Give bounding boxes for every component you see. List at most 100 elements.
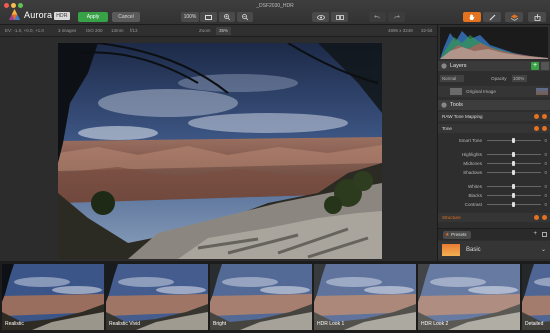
preset-selector[interactable]: Basic ⌄: [438, 241, 550, 259]
app-name: Aurora: [24, 10, 53, 20]
split-view-button[interactable]: [331, 12, 348, 22]
raw-menu-icon[interactable]: [542, 114, 547, 119]
layers-header[interactable]: Layers +: [438, 61, 550, 71]
blacks-row[interactable]: Blacks 0: [438, 191, 550, 200]
layers-icon: [441, 63, 447, 69]
tone-toggle-icon[interactable]: [534, 126, 539, 131]
presets-label: Presets: [451, 232, 467, 237]
cancel-button[interactable]: Cancel: [112, 12, 140, 22]
shadows-label: Shadows: [463, 170, 482, 175]
smart-tone-slider[interactable]: [487, 138, 541, 143]
preset-thumbnail[interactable]: Bright: [210, 264, 312, 330]
compare-button[interactable]: [312, 12, 329, 22]
highlights-label: Highlights: [461, 152, 482, 157]
midtones-slider[interactable]: [487, 161, 541, 166]
layer-mask-thumb: [450, 88, 462, 95]
brush-tool-button[interactable]: [483, 12, 501, 22]
app-window: _DSF2030_HDR Aurora HDR Apply Cancel 100%: [0, 0, 550, 333]
structure-label: Structure: [442, 215, 461, 220]
opacity-label: Opacity: [491, 76, 507, 81]
histogram: [440, 27, 548, 59]
midtones-row[interactable]: Midtones 0: [438, 159, 550, 168]
layer-options-row: Normal Opacity 100%: [438, 74, 550, 83]
contrast-slider[interactable]: [487, 202, 541, 207]
app-brand: Aurora HDR: [24, 10, 70, 20]
preset-thumbnail[interactable]: Detailed: [522, 264, 550, 330]
structure-header[interactable]: Structure: [438, 213, 550, 222]
whites-knob[interactable]: [512, 184, 515, 189]
layers-menu-button[interactable]: [541, 62, 549, 70]
window-title: _DSF2030_HDR: [256, 3, 294, 9]
zoom-dropdown[interactable]: 35%: [216, 27, 232, 35]
tone-header[interactable]: Tone: [438, 124, 550, 133]
tone-menu-icon[interactable]: [542, 126, 547, 131]
focal-length: 13mm: [111, 28, 124, 33]
layers-stack-icon: [510, 14, 518, 21]
image-canvas[interactable]: [0, 37, 437, 261]
blacks-knob[interactable]: [512, 193, 515, 198]
contrast-row[interactable]: Contrast 0: [438, 200, 550, 209]
highlights-knob[interactable]: [512, 152, 515, 157]
blend-mode-dropdown[interactable]: Normal: [440, 75, 464, 82]
fit-screen-button[interactable]: [200, 12, 217, 22]
layers-tool-button[interactable]: [505, 12, 523, 22]
preset-thumbnail[interactable]: HDR Look 2: [418, 264, 520, 330]
preset-thumbnail-label: HDR Look 1: [317, 321, 345, 327]
whites-row[interactable]: Whites 0: [438, 182, 550, 191]
preset-thumbnail-label: Bright: [213, 321, 227, 327]
blacks-slider[interactable]: [487, 193, 541, 198]
zoom-out-button[interactable]: [237, 12, 253, 22]
hdr-badge: HDR: [54, 11, 70, 20]
smart-tone-row[interactable]: Smart Tone 0: [438, 136, 550, 145]
highlights-row[interactable]: Highlights 0: [438, 150, 550, 159]
preset-thumbnail-label: Realistic: [5, 321, 24, 327]
tone-label: Tone: [442, 126, 452, 131]
add-preset-button[interactable]: +: [533, 231, 537, 237]
structure-toggle-icon[interactable]: [534, 215, 539, 220]
presets-bar: ★ Presets +: [438, 228, 550, 240]
add-layer-button[interactable]: +: [531, 62, 539, 70]
undo-icon: [374, 14, 380, 19]
apply-button[interactable]: Apply: [78, 12, 108, 22]
layer-image-thumb: [536, 88, 548, 95]
shadows-knob[interactable]: [512, 170, 515, 175]
preset-name: Basic: [466, 247, 481, 253]
preset-thumb: [442, 244, 460, 256]
raw-toggle-icon[interactable]: [534, 114, 539, 119]
contrast-knob[interactable]: [512, 202, 515, 207]
whites-value: 0: [544, 184, 547, 189]
zoom-in-button[interactable]: [219, 12, 235, 22]
zoom-100-button[interactable]: 100%: [181, 12, 199, 22]
redo-button[interactable]: [388, 12, 405, 22]
eye-icon: [316, 14, 325, 20]
preset-thumbnail[interactable]: HDR Look 1: [314, 264, 416, 330]
highlights-value: 0: [544, 152, 547, 157]
layer-item[interactable]: Original Image: [438, 86, 550, 97]
highlights-slider[interactable]: [487, 152, 541, 157]
images-count: 3 images: [58, 28, 77, 33]
hand-tool-button[interactable]: [463, 12, 481, 22]
preset-thumbnail[interactable]: Realistic: [2, 264, 104, 330]
share-button[interactable]: [528, 12, 546, 22]
smart-tone-knob[interactable]: [512, 138, 515, 143]
midtones-knob[interactable]: [512, 161, 515, 166]
aperture-info: f/13: [130, 28, 138, 33]
raw-tone-mapping-label: RAW Tone Mapping: [442, 114, 483, 119]
preset-thumbnail[interactable]: Realistic Vivid: [106, 264, 208, 330]
shadows-row[interactable]: Shadows 0: [438, 168, 550, 177]
raw-tone-mapping-header[interactable]: RAW Tone Mapping: [438, 112, 550, 121]
structure-menu-icon[interactable]: [542, 215, 547, 220]
contrast-value: 0: [544, 202, 547, 207]
import-preset-button[interactable]: [542, 232, 547, 237]
preset-thumbnail-label: Detailed: [525, 321, 544, 327]
tools-header[interactable]: Tools: [438, 100, 550, 110]
smart-tone-label: Smart Tone: [458, 138, 482, 143]
whites-slider[interactable]: [487, 184, 541, 189]
title-bar: _DSF2030_HDR Aurora HDR Apply Cancel 100%: [0, 0, 550, 25]
shadows-slider[interactable]: [487, 170, 541, 175]
blacks-label: Blacks: [468, 193, 482, 198]
iso-info: ISO 200: [86, 28, 103, 33]
opacity-dropdown[interactable]: 100%: [512, 75, 527, 82]
undo-button[interactable]: [369, 12, 386, 22]
presets-button[interactable]: ★ Presets: [443, 231, 471, 239]
